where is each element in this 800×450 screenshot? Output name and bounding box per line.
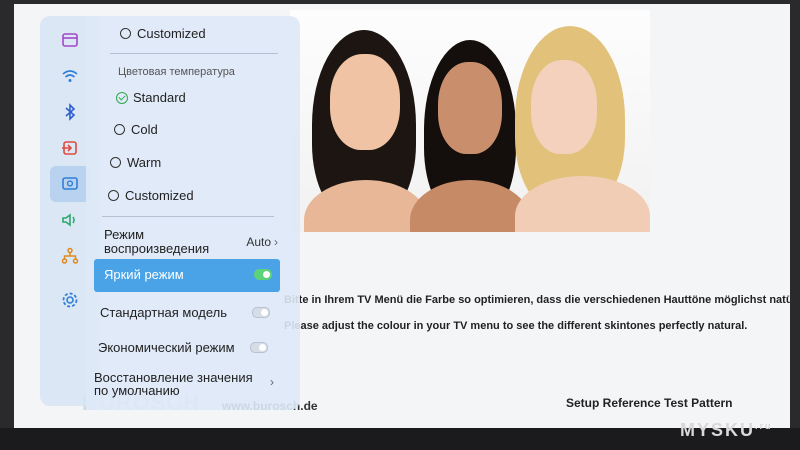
standard-model-toggle[interactable]: [252, 307, 270, 318]
skintones-photo: [290, 10, 650, 232]
standard-model-row[interactable]: Стандартная модель: [100, 305, 270, 320]
network-icon[interactable]: [50, 238, 90, 274]
option-label: Cold: [131, 122, 158, 137]
bright-mode-toggle[interactable]: [254, 269, 272, 280]
restore-defaults-row[interactable]: Восстановление значения по умолчанию ›: [94, 371, 276, 401]
option-label: Warm: [127, 155, 162, 170]
divider: [102, 216, 274, 217]
setup-caption: Setup Reference Test Pattern: [566, 396, 733, 410]
woman-right: [505, 26, 650, 232]
option-label: Standard: [133, 90, 186, 105]
sound-icon[interactable]: [50, 202, 90, 238]
check-circle-icon: [116, 91, 128, 104]
radio-icon: [114, 124, 125, 135]
restore-label-2: по умолчанию: [94, 383, 180, 398]
bright-mode-label: Яркий режим: [104, 267, 184, 282]
radio-icon: [120, 28, 131, 39]
input-icon[interactable]: [50, 22, 90, 58]
playback-mode-value: Auto: [246, 235, 271, 249]
watermark: MYSKU.ru: [680, 420, 773, 441]
source-icon[interactable]: [50, 130, 90, 166]
chevron-right-icon: ›: [270, 375, 274, 389]
option-label: Customized: [125, 188, 194, 203]
temperature-option-warm[interactable]: Warm: [110, 155, 324, 170]
divider: [110, 53, 278, 54]
watermark-suffix: .ru: [755, 421, 773, 431]
picture-icon[interactable]: [50, 166, 90, 202]
temperature-option-standard[interactable]: Standard: [116, 90, 330, 105]
instruction-english: Please adjust the colour in your TV menu…: [284, 320, 748, 332]
radio-icon: [108, 190, 119, 201]
settings-gear-icon[interactable]: [50, 282, 90, 318]
wifi-icon[interactable]: [50, 58, 90, 94]
eco-mode-toggle[interactable]: [250, 342, 268, 353]
option-label: Customized: [137, 26, 206, 41]
playback-mode-row[interactable]: Режим воспроизведения Auto ›: [104, 228, 280, 256]
option-customized-top[interactable]: Customized: [120, 26, 334, 41]
temperature-option-cold[interactable]: Cold: [114, 122, 328, 137]
standard-model-label: Стандартная модель: [100, 305, 228, 320]
bright-mode-content: Яркий режим: [104, 267, 272, 282]
eco-mode-row[interactable]: Экономический режим: [98, 340, 268, 355]
playback-mode-label-2: воспроизведения: [104, 241, 210, 256]
bluetooth-icon[interactable]: [50, 94, 90, 130]
eco-mode-label: Экономический режим: [98, 340, 235, 355]
color-temperature-heading: Цветовая температура: [118, 66, 235, 78]
radio-icon: [110, 157, 121, 168]
watermark-text: MYSKU: [680, 420, 756, 440]
chevron-right-icon: ›: [274, 235, 278, 249]
instruction-german: Bitte in Ihrem TV Menü die Farbe so opti…: [284, 294, 790, 306]
playback-mode-label-1: Режим: [104, 227, 145, 242]
temperature-option-customized[interactable]: Customized: [108, 188, 322, 203]
